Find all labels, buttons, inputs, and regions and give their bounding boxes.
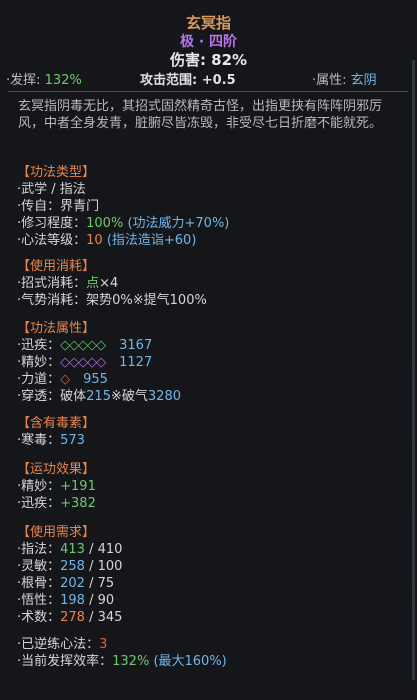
prop-subtle: ·精妙：◇◇◇◇◇ 1127 bbox=[17, 355, 153, 370]
type-line: ·武学 / 指法 bbox=[17, 182, 86, 197]
diamond-icon: ◇◇◇◇◇ bbox=[60, 355, 106, 370]
section-type: 【功法类型】 ·武学 / 指法 ·传自：界青门 ·修习程度：100% (功法威力… bbox=[17, 164, 229, 249]
section-header: 【功法属性】 bbox=[17, 321, 96, 336]
section-header: 【使用消耗】 bbox=[17, 259, 96, 274]
prop-pierce: ·穿透：破体215※破气3280 bbox=[17, 389, 181, 404]
section-header: 【使用需求】 bbox=[17, 525, 96, 540]
req-row: ·指法：413 / 410 bbox=[17, 542, 123, 557]
section-props: 【功法属性】 ·迅疾：◇◇◇◇◇ 3167 ·精妙：◇◇◇◇◇ 1127 ·力道：◇… bbox=[17, 320, 181, 405]
cold-poison-line: ·寒毒：573 bbox=[17, 433, 85, 448]
origin-line: ·传自：界青门 bbox=[17, 199, 100, 214]
move-cost-line: ·招式消耗：点×4 bbox=[17, 276, 119, 291]
reverse-practice-line: ·已逆练心法：3 bbox=[17, 637, 108, 652]
diamond-icon: ◇◇◇◇◇ bbox=[60, 338, 106, 353]
prop-speed: ·迅疾：◇◇◇◇◇ 3167 bbox=[17, 338, 153, 353]
req-row: ·根骨：202 / 75 bbox=[17, 576, 115, 591]
skill-tier: 极 · 四阶 bbox=[179, 34, 238, 50]
skill-tooltip: 玄冥指 极 · 四阶 伤害: 82% ·发挥: 132% 攻击范围: +0.5 … bbox=[0, 0, 417, 700]
prop-power: ·力道：◇ 955 bbox=[17, 372, 108, 387]
effect-speed-line: ·迅疾：+382 bbox=[17, 496, 96, 511]
req-row: ·术数：278 / 345 bbox=[17, 610, 123, 625]
section-header: 【功法类型】 bbox=[17, 165, 96, 180]
divider bbox=[8, 91, 408, 92]
section-cost: 【使用消耗】 ·招式消耗：点×4 ·气势消耗：架势0%※提气100% bbox=[17, 258, 207, 309]
stats-row: ·发挥: 132% 攻击范围: +0.5 ·属性: 玄阴 bbox=[0, 69, 417, 89]
section-requirements: 【使用需求】 ·指法：413 / 410 ·灵敏：258 / 100 ·根骨：2… bbox=[17, 524, 122, 626]
level-line: ·心法等级：10 (指法造诣+60) bbox=[17, 233, 197, 248]
req-row: ·灵敏：258 / 100 bbox=[17, 559, 123, 574]
skill-title: 玄冥指 bbox=[185, 14, 231, 32]
effect-subtle-line: ·精妙：+191 bbox=[17, 479, 96, 494]
efficiency-line: ·当前发挥效率：132% (最大160%) bbox=[17, 654, 227, 669]
stat-range: 攻击范围: +0.5 bbox=[140, 73, 236, 88]
stat-fahui: ·发挥: 132% bbox=[6, 73, 82, 88]
mastery-line: ·修习程度：100% (功法威力+70%) bbox=[17, 216, 230, 231]
req-row: ·悟性：198 / 90 bbox=[17, 593, 115, 608]
section-footer: ·已逆练心法：3 ·当前发挥效率：132% (最大160%) bbox=[17, 636, 227, 670]
skill-description: 玄冥指阴毒无比，其招式固然精奇古怪，出指更挟有阵阵阴邪厉风，中者全身发青，脏腑尽… bbox=[18, 99, 383, 131]
section-header: 【含有毒素】 bbox=[17, 416, 96, 431]
momentum-cost-line: ·气势消耗：架势0%※提气100% bbox=[17, 293, 207, 308]
skill-damage: 伤害: 82% bbox=[169, 51, 248, 69]
stat-attr: ·属性: 玄阴 bbox=[312, 73, 377, 88]
section-poison: 【含有毒素】 ·寒毒：573 bbox=[17, 415, 95, 449]
section-header: 【运功效果】 bbox=[17, 462, 96, 477]
diamond-icon: ◇ bbox=[60, 372, 70, 387]
scrollbar[interactable] bbox=[412, 60, 415, 680]
section-effect: 【运功效果】 ·精妙：+191 ·迅疾：+382 bbox=[17, 461, 96, 512]
